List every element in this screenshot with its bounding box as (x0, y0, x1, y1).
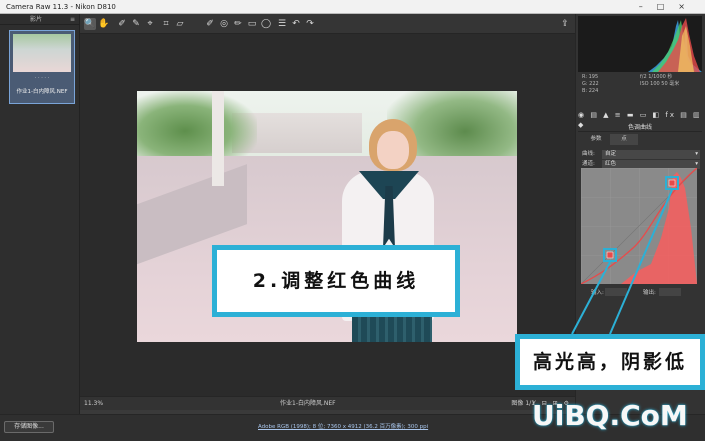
exif-aperture-shutter: f/2 1/1000 秒 (640, 74, 673, 80)
thumbnail-image (13, 34, 71, 72)
current-filename: 作业1-白内障风.NEF (280, 400, 336, 407)
histogram (578, 16, 702, 72)
window-titlebar: Camera Raw 11.3 - Nikon D810 –□× (0, 0, 705, 14)
filmstrip-header: 影片 ≡ (0, 14, 79, 25)
spot-removal-icon[interactable]: ✐ (204, 18, 216, 30)
radial-filter-icon[interactable]: ◯ (260, 18, 272, 30)
curve-subtabs: 参数 点 (578, 134, 702, 145)
output-label: 输出: (643, 290, 656, 296)
tool-bar: 🔍 ✋ ✐ ✎ ⌖ ⌗ ▱ ✐ ◎ ✏ ▭ ◯ ☰ ↶ ↷ ⇪ (80, 14, 575, 34)
tone-curve-title: 色调曲线 (578, 122, 702, 132)
output-field[interactable] (659, 288, 681, 296)
workflow-options-link[interactable]: Adobe RGB (1998); 8 位; 7360 x 4912 (36.2… (258, 422, 428, 430)
save-image-button[interactable]: 存储图像... (4, 421, 54, 433)
readout-green: G: 222 (582, 81, 599, 87)
curve-preset-label: 曲线: (582, 151, 595, 157)
graduated-filter-icon[interactable]: ▭ (246, 18, 258, 30)
color-sampler-icon[interactable]: ✎ (130, 18, 142, 30)
tab-parametric[interactable]: 参数 (582, 134, 610, 145)
preview-statusbar: 11.3% 作业1-白内障风.NEF 图像 1/1 Y ⊟ ⊞ ⚙ (80, 396, 575, 410)
window-title: Camera Raw 11.3 - Nikon D810 (6, 3, 116, 11)
target-adjust-icon[interactable]: ⌖ (144, 18, 156, 30)
panel-tab-icons[interactable]: ◉ ▤ ▲ ≡ ▬ ▭ ◧ fx ▤ ▥ ◆ (578, 110, 702, 129)
tone-curve-graph[interactable] (581, 168, 697, 284)
preferences-icon[interactable]: ☰ (276, 18, 288, 30)
curve-io-row: 输入: 输出: (581, 288, 697, 297)
input-field[interactable] (605, 288, 627, 296)
thumbnail-filename: 作业1-白内障风.NEF (16, 89, 68, 95)
rgb-exif-readout: R: 195 G: 222 B: 224 f/2 1/1000 秒 ISO 10… (580, 74, 702, 104)
close-icon[interactable]: × (678, 2, 699, 11)
filmstrip-panel: 影片 ≡ · · · · · 作业1-白内障风.NEF (0, 14, 80, 414)
zoom-icon[interactable]: 🔍 (84, 18, 96, 30)
step-caption: 2.调整红色曲线 (212, 245, 460, 317)
curve-point-highlight (668, 179, 676, 187)
crop-icon[interactable]: ⌗ (160, 18, 172, 30)
export-icon[interactable]: ⇪ (559, 18, 571, 30)
readout-red: R: 195 (582, 74, 599, 80)
red-eye-icon[interactable]: ◎ (218, 18, 230, 30)
thumbnail-rating[interactable]: · · · · · (10, 75, 74, 81)
site-watermark: UiBQ.CoM (532, 399, 688, 432)
exif-iso-focal: ISO 100 50 毫米 (640, 81, 680, 87)
filmstrip-title: 影片 (30, 16, 43, 23)
curve-point-shadow (606, 251, 614, 259)
filmstrip-thumbnail[interactable]: · · · · · 作业1-白内障风.NEF (9, 30, 75, 104)
readout-blue: B: 224 (582, 88, 599, 94)
straighten-icon[interactable]: ▱ (174, 18, 186, 30)
annotation-caption: 高光高，阴影低 (515, 334, 705, 390)
filmstrip-menu-icon[interactable]: ≡ (70, 14, 75, 25)
rotate-ccw-icon[interactable]: ↶ (290, 18, 302, 30)
adjustment-brush-icon[interactable]: ✏ (232, 18, 244, 30)
tab-point[interactable]: 点 (610, 134, 638, 145)
image-preview-area[interactable] (80, 34, 575, 396)
curve-preset-select[interactable]: 自定 (602, 150, 700, 159)
minimize-icon[interactable]: – (639, 2, 657, 11)
maximize-icon[interactable]: □ (657, 2, 679, 11)
white-balance-icon[interactable]: ✐ (116, 18, 128, 30)
hand-icon[interactable]: ✋ (98, 18, 110, 30)
window-controls[interactable]: –□× (639, 0, 699, 14)
curve-preset-row: 曲线: 自定 (580, 150, 702, 159)
rotate-cw-icon[interactable]: ↷ (304, 18, 316, 30)
zoom-level[interactable]: 11.3% (84, 397, 103, 411)
input-label: 输入: (591, 290, 604, 296)
